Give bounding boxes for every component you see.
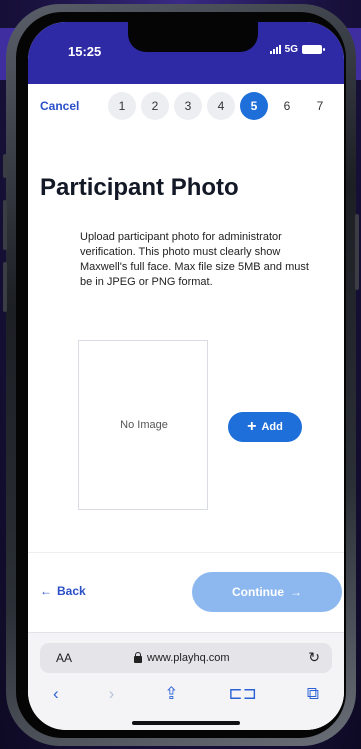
back-icon[interactable]: ‹: [53, 684, 59, 704]
forward-icon: ›: [108, 684, 115, 703]
continue-label: Continue: [232, 585, 284, 599]
mute-switch: [3, 154, 7, 178]
back-label: Back: [57, 584, 86, 598]
step-2[interactable]: 2: [141, 92, 169, 120]
volume-down-button: [3, 262, 7, 312]
notch: [128, 22, 258, 52]
footer-divider: [28, 552, 344, 553]
power-button: [355, 214, 359, 290]
back-button[interactable]: ← Back: [40, 584, 86, 598]
phone-screen: 15:25 5G Cancel 1 2 3 4 5 6 7 Participan…: [28, 22, 344, 730]
photo-preview: No Image: [78, 340, 208, 510]
share-icon[interactable]: ⇪: [164, 684, 178, 704]
reload-icon[interactable]: ↻: [308, 649, 320, 666]
aa-label: AA: [56, 651, 73, 665]
step-4[interactable]: 4: [207, 92, 235, 120]
step-indicator: 1 2 3 4 5 6 7: [108, 92, 334, 120]
text-size-button[interactable]: AA: [56, 651, 72, 665]
cancel-link[interactable]: Cancel: [40, 99, 79, 113]
phone-frame: 15:25 5G Cancel 1 2 3 4 5 6 7 Participan…: [3, 4, 359, 746]
page-title: Participant Photo: [40, 174, 239, 201]
arrow-left-icon: ←: [40, 584, 52, 598]
network-label: 5G: [284, 44, 298, 55]
volume-up-button: [3, 200, 7, 250]
tabs-icon[interactable]: ⧉: [307, 684, 319, 704]
step-5-current: 5: [240, 92, 268, 120]
step-7: 7: [316, 99, 324, 113]
status-time: 15:25: [68, 44, 102, 59]
no-image-label: No Image: [120, 419, 168, 431]
signal-icon: [269, 45, 281, 54]
continue-button[interactable]: Continue →: [192, 572, 342, 612]
url-text: www.playhq.com: [147, 652, 230, 664]
step-3[interactable]: 3: [174, 92, 202, 120]
browser-chrome: AA www.playhq.com ↻ ‹ › ⇪ ⊏⊐ ⧉: [28, 632, 344, 730]
lock-icon: [134, 652, 142, 663]
status-bar: 15:25 5G: [28, 22, 344, 84]
status-indicators: 5G: [269, 44, 325, 55]
add-label: Add: [261, 421, 283, 433]
step-6: 6: [283, 99, 291, 113]
battery-icon: [302, 45, 325, 54]
home-indicator: [132, 721, 240, 725]
photo-instructions: Upload participant photo for administrat…: [80, 231, 309, 288]
address-bar[interactable]: AA www.playhq.com ↻: [40, 643, 332, 673]
stepper-row: Cancel 1 2 3 4 5 6 7: [28, 92, 344, 122]
add-photo-button[interactable]: + Add: [228, 412, 302, 442]
url-display[interactable]: www.playhq.com: [134, 652, 230, 664]
bookmarks-icon[interactable]: ⊏⊐: [228, 684, 257, 704]
plus-icon: +: [247, 418, 257, 435]
arrow-right-icon: →: [290, 585, 302, 599]
browser-toolbar: ‹ › ⇪ ⊏⊐ ⧉: [28, 681, 344, 707]
step-1[interactable]: 1: [108, 92, 136, 120]
